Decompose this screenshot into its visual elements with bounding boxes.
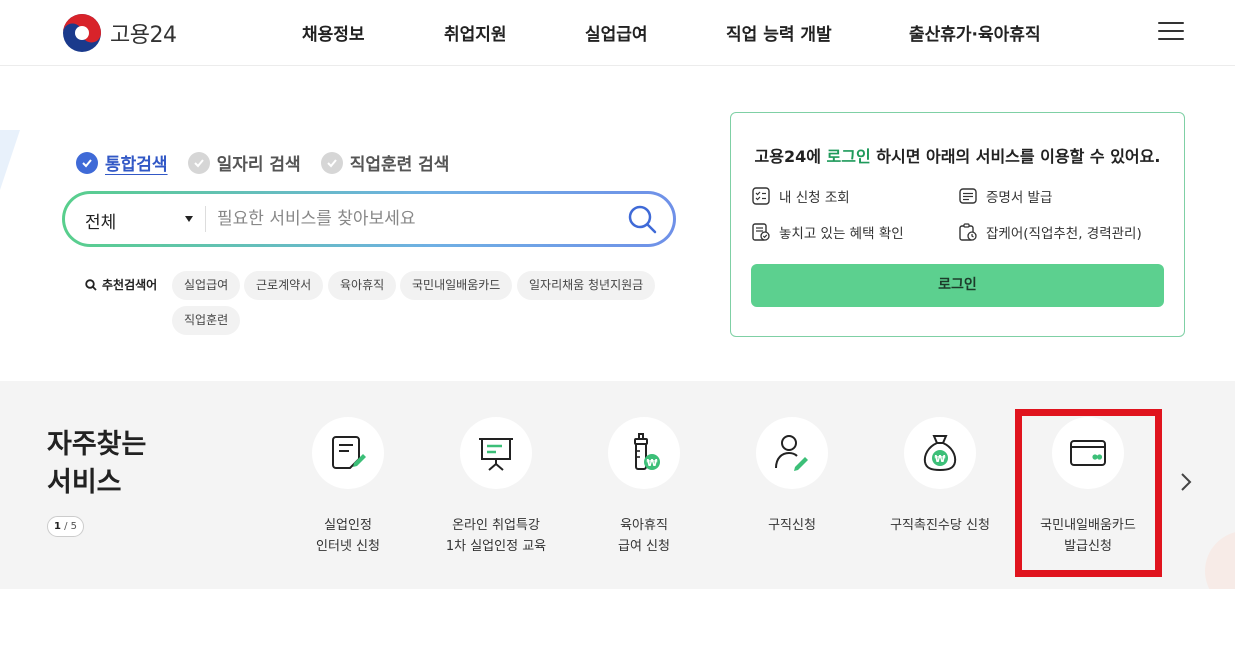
nav-parental-leave[interactable]: 출산휴가·육아휴직 [909, 20, 1041, 45]
service-item-job-promotion-allowance[interactable]: ₩ 구직촉진수당 신청 [865, 417, 1015, 536]
service-item-online-lecture[interactable]: 온라인 취업특강 1차 실업인정 교육 [421, 417, 571, 557]
service-item-unemployment-recognition[interactable]: 실업인정 인터넷 신청 [273, 417, 423, 557]
tab-job-search[interactable]: 일자리 검색 [187, 150, 301, 175]
highlight-box [1015, 409, 1162, 577]
tab-label: 일자리 검색 [216, 155, 301, 175]
service-item-parental-leave-benefit[interactable]: ₩ 육아휴직 급여 신청 [569, 417, 719, 557]
nav-employment-support[interactable]: 취업지원 [444, 20, 507, 45]
login-item-certificate[interactable]: 증명서 발급 [958, 186, 1052, 206]
check-icon [187, 151, 210, 174]
keyword-chip[interactable]: 국민내일배움카드 [400, 271, 513, 300]
site-logo[interactable]: 고용24 [62, 13, 177, 53]
pager: 1 / 5 [47, 516, 84, 537]
hamburger-icon[interactable] [1158, 22, 1184, 42]
certificate-icon [959, 188, 977, 204]
tab-training-search[interactable]: 직업훈련 검색 [320, 150, 450, 175]
search-tabs: 통합검색 일자리 검색 직업훈련 검색 [76, 150, 469, 175]
nav-unemployment-benefit[interactable]: 실업급여 [585, 20, 648, 45]
person-pen-icon [775, 435, 808, 471]
logo-text: 고용24 [110, 23, 177, 48]
search-input[interactable] [217, 204, 607, 234]
keywords-label: 추천검색어 [85, 276, 157, 293]
svg-text:₩: ₩ [934, 454, 945, 465]
baby-bottle-won-icon: ₩ [634, 433, 660, 470]
keyword-chip[interactable]: 직업훈련 [172, 306, 241, 335]
site-header: 고용24 채용정보 취업지원 실업급여 직업 능력 개발 출산휴가·육아휴직 [0, 0, 1235, 66]
service-item-job-application[interactable]: 구직신청 [717, 417, 867, 536]
benefit-check-icon [752, 223, 770, 241]
section-title: 자주찾는 서비스 [47, 429, 147, 498]
tab-label: 직업훈련 검색 [349, 155, 450, 175]
check-icon [76, 151, 98, 174]
keyword-chip[interactable]: 근로계약서 [244, 271, 324, 300]
search-icon[interactable] [627, 204, 657, 234]
money-bag-won-icon: ₩ [923, 435, 957, 472]
login-box: 고용24에 로그인 하시면 아래의 서비스를 이용할 수 있어요. 내 신청 조… [730, 112, 1185, 337]
taegeuk-logo-icon [63, 14, 101, 52]
check-icon [320, 151, 343, 174]
keyword-chip[interactable]: 실업급여 [172, 271, 241, 300]
login-item-benefits[interactable]: 놓치고 있는 혜택 확인 [751, 222, 904, 242]
keyword-chip[interactable]: 육아휴직 [328, 271, 397, 300]
tab-label: 통합검색 [105, 155, 168, 175]
login-item-jobcare[interactable]: 잡케어(직업추천, 경력관리) [958, 222, 1142, 242]
jobcare-icon [959, 223, 977, 241]
decorative-circle [1205, 531, 1235, 589]
search-box: 전체 [62, 191, 676, 247]
divider [205, 206, 206, 232]
small-search-icon [85, 278, 97, 291]
dropdown-arrow-icon [185, 216, 193, 222]
nav-job-info[interactable]: 채용정보 [302, 20, 365, 45]
document-pen-icon [332, 436, 366, 469]
login-title: 고용24에 로그인 하시면 아래의 서비스를 이용할 수 있어요. [754, 147, 1161, 166]
svg-text:₩: ₩ [646, 458, 657, 469]
presentation-board-icon [479, 438, 513, 471]
login-button[interactable]: 로그인 [751, 264, 1164, 307]
login-item-my-applications[interactable]: 내 신청 조회 [751, 186, 850, 206]
nav-vocational-training[interactable]: 직업 능력 개발 [726, 20, 832, 45]
tab-integrated-search[interactable]: 통합검색 [76, 150, 168, 175]
search-inner: 전체 [65, 194, 673, 244]
chevron-right-icon[interactable] [1176, 469, 1196, 495]
keyword-chip[interactable]: 일자리채움 청년지원금 [517, 271, 656, 300]
decorative-shape [0, 130, 20, 190]
checklist-icon [752, 187, 770, 205]
